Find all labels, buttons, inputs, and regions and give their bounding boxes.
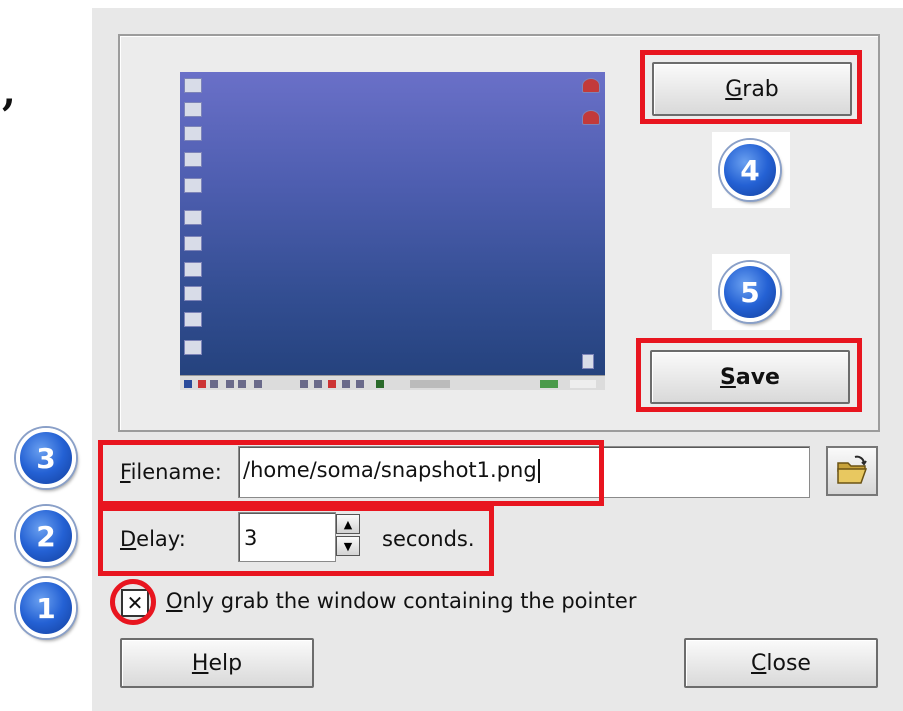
taskbar-item [198, 380, 206, 388]
step-number: 3 [36, 441, 56, 475]
desktop-icon [184, 340, 202, 355]
save-highlight [636, 338, 862, 412]
taskbar-item [540, 380, 558, 388]
only-window-label: Only grab the window containing the poin… [166, 589, 636, 613]
taskbar-item [238, 380, 246, 388]
checkbox-mnemonic: O [166, 589, 183, 613]
taskbar-item [356, 380, 364, 388]
close-label: lose [766, 650, 811, 676]
taskbar-item [328, 380, 336, 388]
desktop-icon [582, 354, 594, 369]
desktop-icon [184, 126, 202, 141]
step-number: 5 [740, 275, 760, 309]
desktop-icon [184, 178, 202, 193]
step-badge-3: 3 [16, 428, 76, 488]
step-number: 4 [740, 153, 760, 187]
step-number: 1 [36, 591, 56, 625]
desktop-icon [184, 210, 202, 225]
step-badge-1: 1 [16, 578, 76, 638]
taskbar-item [342, 380, 350, 388]
step-badge-2: 2 [16, 506, 76, 566]
help-mnemonic: H [191, 650, 209, 676]
step-number: 2 [36, 519, 56, 553]
desktop-icon [582, 110, 600, 125]
desktop-icon [184, 262, 202, 277]
taskbar-item [570, 380, 596, 388]
help-button[interactable]: Help [120, 638, 314, 688]
stray-comma: , [2, 68, 16, 115]
close-button[interactable]: Close [684, 638, 878, 688]
desktop-icon [184, 152, 202, 167]
taskbar-item [254, 380, 262, 388]
taskbar-item [184, 380, 192, 388]
taskbar-item [376, 380, 384, 388]
browse-folder-button[interactable] [826, 446, 878, 496]
step-badge-4: 4 [720, 140, 780, 200]
desktop-icon [582, 78, 600, 93]
preview-taskbar [180, 375, 605, 390]
desktop-icon [184, 236, 202, 251]
folder-open-icon [837, 455, 868, 484]
taskbar-item [314, 380, 322, 388]
taskbar-item [410, 380, 450, 388]
delay-highlight [98, 506, 494, 576]
close-mnemonic: C [751, 650, 767, 676]
screenshot-preview [180, 72, 605, 390]
step-badge-5: 5 [720, 262, 780, 322]
desktop-icon [184, 102, 202, 117]
grab-highlight [640, 50, 862, 124]
checkbox-label-text: nly grab the window containing the point… [182, 589, 637, 613]
desktop-icon [184, 286, 202, 301]
taskbar-item [300, 380, 308, 388]
filename-highlight [98, 440, 604, 506]
desktop-icon [184, 78, 202, 93]
taskbar-item [226, 380, 234, 388]
desktop-icon [184, 312, 202, 327]
taskbar-item [210, 380, 218, 388]
checkbox-highlight [110, 579, 156, 625]
help-label: elp [208, 650, 243, 676]
